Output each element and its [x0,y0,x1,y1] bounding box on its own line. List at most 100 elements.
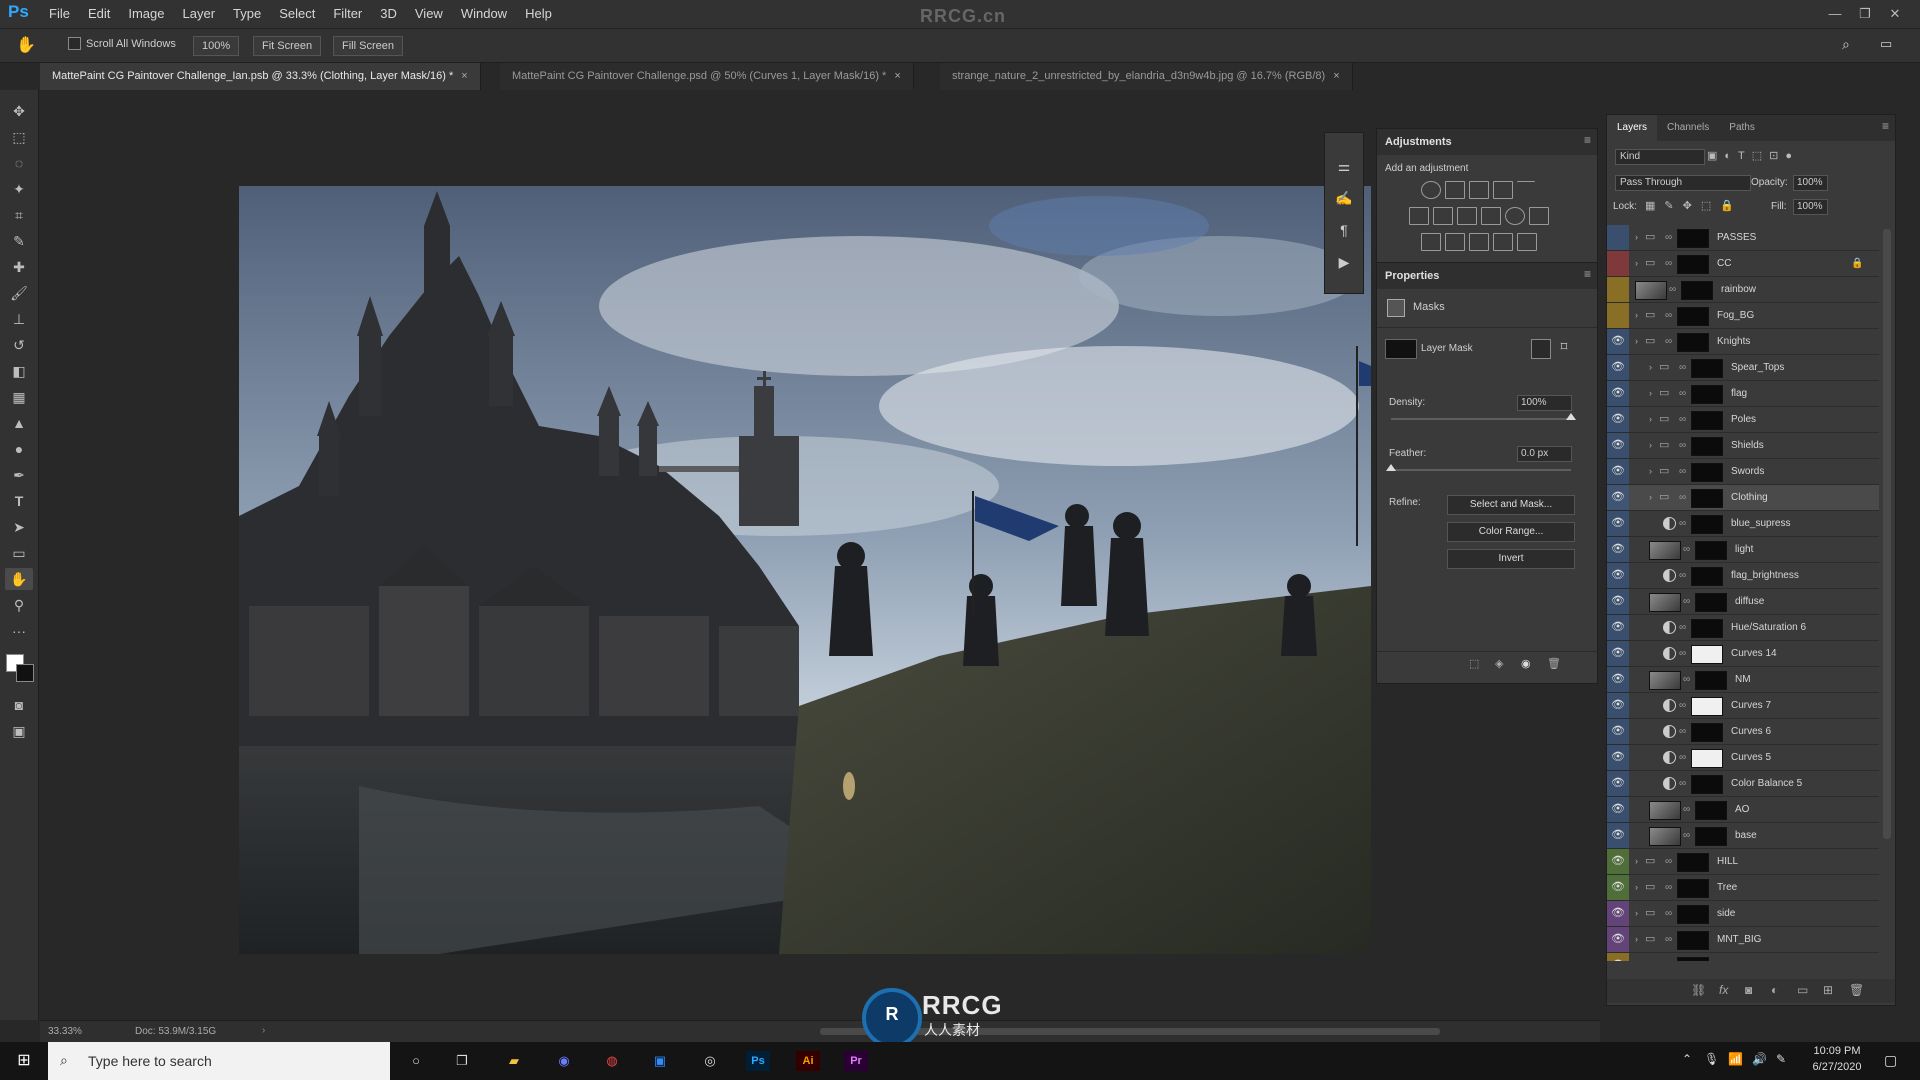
blur-tool-icon[interactable]: ▲ [5,412,33,434]
search-icon[interactable]: ⌕ [1842,36,1850,53]
menu-select[interactable]: Select [270,0,324,28]
layer-row[interactable]: 👁 › ▭ ∞ FOG [1607,953,1879,961]
mask-thumbnail[interactable] [1677,853,1709,872]
layer-row[interactable]: ∞ rainbow [1607,277,1879,303]
path-selection-tool-icon[interactable]: ➤ [5,516,33,538]
expand-caret-icon[interactable]: › [1635,875,1638,900]
mask-thumbnail[interactable] [1691,359,1723,378]
density-slider[interactable] [1391,413,1576,420]
menu-type[interactable]: Type [224,0,270,28]
visibility-eye-icon[interactable]: 👁 [1607,745,1629,770]
visibility-eye-icon[interactable]: 👁 [1607,693,1629,718]
task-view-icon[interactable]: ❐ [450,1051,474,1071]
layer-row[interactable]: 👁 › ▭ ∞ Shields [1607,433,1879,459]
clock-time[interactable]: 10:09 PM [1806,1045,1868,1057]
visibility-eye-icon[interactable] [1607,225,1629,250]
visibility-eye-icon[interactable]: 👁 [1607,667,1629,692]
visibility-eye-icon[interactable]: 👁 [1607,615,1629,640]
fit-screen-button[interactable]: Fit Screen [253,36,322,56]
mask-link-icon[interactable]: ∞ [1665,875,1672,900]
clock-date[interactable]: 6/27/2020 [1806,1061,1868,1073]
menu-view[interactable]: View [406,0,452,28]
visibility-eye-icon[interactable] [1607,251,1629,276]
color-balance-icon[interactable] [1433,207,1453,225]
visibility-eye-icon[interactable]: 👁 [1607,485,1629,510]
channel-mixer-icon[interactable] [1505,207,1525,225]
mask-thumbnail[interactable] [1677,255,1709,274]
photoshop-taskbar-icon[interactable]: Ps [746,1051,770,1071]
visibility-eye-icon[interactable]: 👁 [1607,589,1629,614]
tab-channels[interactable]: Channels [1657,115,1719,141]
mask-link-icon[interactable]: ∞ [1665,225,1672,250]
layer-row[interactable]: 👁 ∞ base [1607,823,1879,849]
mask-thumbnail[interactable] [1691,437,1723,456]
microphone-icon[interactable]: 🎙 [1704,1052,1719,1066]
expand-caret-icon[interactable]: › [1635,927,1638,952]
tray-chevron-icon[interactable]: ⌃ [1682,1052,1692,1066]
taskbar-search-box[interactable]: ⌕ Type here to search [48,1042,390,1080]
layer-row[interactable]: › ▭ ∞ PASSES [1607,225,1879,251]
visibility-eye-icon[interactable]: 👁 [1607,953,1629,961]
link-layers-icon[interactable]: ⛓ [1691,983,1706,997]
mask-link-icon[interactable]: ∞ [1665,329,1672,354]
expand-caret-icon[interactable]: › [1635,303,1638,328]
layer-row[interactable]: 👁 › ▭ ∞ HILL [1607,849,1879,875]
feather-slider-thumb[interactable] [1386,464,1396,471]
checkbox-icon[interactable] [68,37,81,50]
document-tab[interactable]: MattePaint CG Paintover Challenge_Ian.ps… [40,63,481,90]
mask-thumbnail[interactable] [1677,957,1709,961]
mask-link-icon[interactable]: ∞ [1679,693,1686,718]
black-white-icon[interactable] [1457,207,1477,225]
mask-link-icon[interactable]: ∞ [1665,303,1672,328]
mask-link-icon[interactable]: ∞ [1679,381,1686,406]
mask-link-icon[interactable]: ∞ [1683,823,1690,848]
mask-link-icon[interactable]: ∞ [1679,459,1686,484]
premiere-taskbar-icon[interactable]: Pr [844,1051,868,1071]
layer-row[interactable]: 👁 › ▭ ∞ Poles [1607,407,1879,433]
network-icon[interactable]: 📶 [1728,1052,1743,1066]
curves-icon[interactable] [1469,181,1489,199]
mask-link-icon[interactable]: ∞ [1665,251,1672,276]
expand-caret-icon[interactable]: › [1635,849,1638,874]
type-tool-icon[interactable]: T [5,490,33,512]
menu-window[interactable]: Window [452,0,516,28]
gradient-map-icon[interactable] [1517,233,1537,251]
close-icon[interactable]: ✕ [1880,0,1910,28]
quick-mask-icon[interactable]: ◙ [5,694,33,716]
expand-caret-icon[interactable]: › [1635,225,1638,250]
mask-thumbnail[interactable] [1691,567,1723,586]
cortana-icon[interactable]: ○ [404,1051,428,1071]
mask-link-icon[interactable]: ∞ [1665,953,1672,961]
menu-layer[interactable]: Layer [174,0,225,28]
mask-link-icon[interactable]: ∞ [1669,277,1676,302]
mask-link-icon[interactable]: ∞ [1679,563,1686,588]
status-arrow-icon[interactable]: › [262,1025,265,1036]
screen-mode-icon[interactable]: ▣ [5,720,33,742]
mask-thumbnail[interactable] [1695,801,1727,820]
mask-thumbnail[interactable] [1677,931,1709,950]
layer-row[interactable]: 👁 › ▭ ∞ Spear_Tops [1607,355,1879,381]
visibility-eye-icon[interactable]: 👁 [1607,875,1629,900]
play-icon[interactable]: ▶ [1333,251,1355,273]
layer-row[interactable]: 👁 ∞ light [1607,537,1879,563]
lock-icons[interactable]: ▦✎✥⬚🔒 [1645,199,1743,212]
dodge-tool-icon[interactable]: ● [5,438,33,460]
file-explorer-icon[interactable]: ▰ [502,1051,526,1071]
expand-caret-icon[interactable]: › [1635,901,1638,926]
layer-row[interactable]: 👁 › ▭ ∞ Tree [1607,875,1879,901]
mask-link-icon[interactable]: ∞ [1679,485,1686,510]
mask-thumbnail[interactable] [1677,333,1709,352]
mask-thumbnail[interactable] [1691,463,1723,482]
visibility-eye-icon[interactable]: 👁 [1607,641,1629,666]
paragraph-icon[interactable]: ¶ [1333,219,1355,241]
healing-brush-tool-icon[interactable]: ✚ [5,256,33,278]
feather-field[interactable]: 0.0 px [1517,446,1572,462]
brightness-icon[interactable] [1421,181,1441,199]
layer-row[interactable]: 👁 ∞ Color Balance 5 [1607,771,1879,797]
mask-thumbnail[interactable] [1695,671,1727,690]
invert-button[interactable]: Invert [1447,549,1575,569]
expand-caret-icon[interactable]: › [1649,407,1652,432]
panel-menu-icon[interactable]: ≡ [1584,133,1591,147]
hue-saturation-icon[interactable] [1409,207,1429,225]
tab-layers[interactable]: Layers [1607,115,1658,141]
